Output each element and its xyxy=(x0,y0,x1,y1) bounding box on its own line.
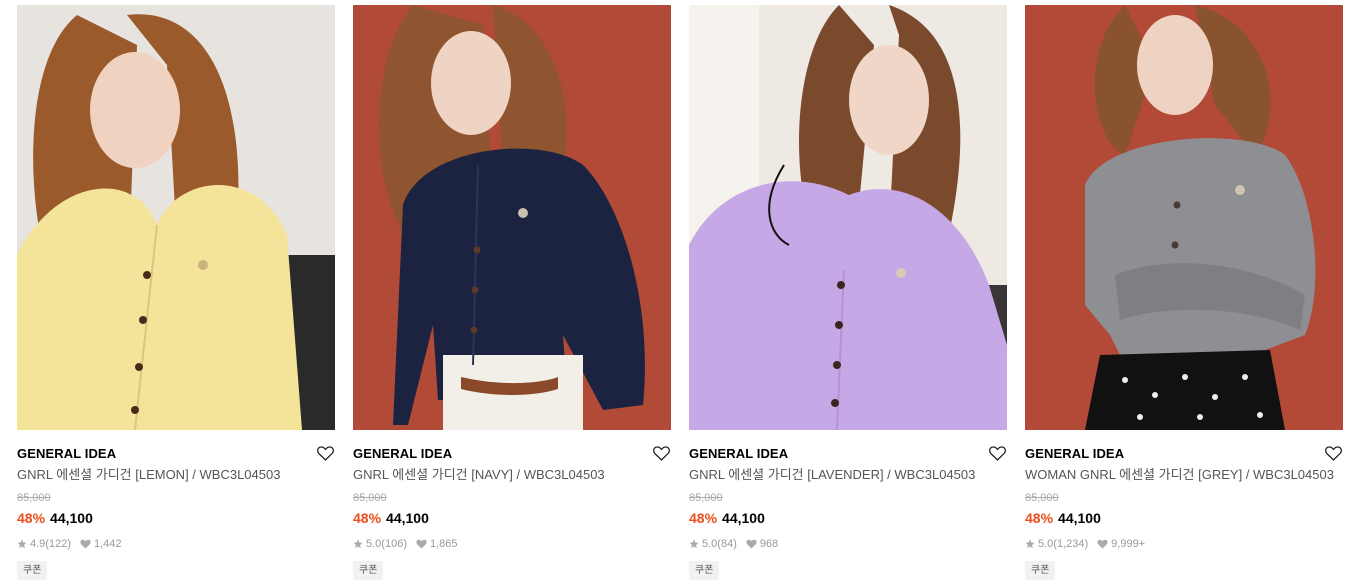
wishlist-heart-icon[interactable] xyxy=(316,444,334,462)
product-meta: 5.0 (84) 968 xyxy=(689,537,1007,551)
price-row: 48% 44,100 xyxy=(353,509,671,527)
likes: 9,999+ xyxy=(1097,537,1145,551)
rating: 4.9 (122) xyxy=(17,537,71,551)
heart-filled-icon xyxy=(1097,539,1108,549)
discount-rate: 48% xyxy=(353,510,382,526)
likes: 1,442 xyxy=(80,537,122,551)
product-image-lemon-cardigan[interactable] xyxy=(17,5,335,430)
discount-rate: 48% xyxy=(1025,510,1054,526)
product-meta: 5.0 (1,234) 9,999+ xyxy=(1025,537,1343,551)
discount-rate: 48% xyxy=(17,510,46,526)
product-image-lavender-cardigan[interactable] xyxy=(689,5,1007,430)
rating-value: 5.0 xyxy=(1038,538,1054,550)
like-count: 9,999+ xyxy=(1111,538,1146,550)
star-icon xyxy=(689,539,699,549)
star-icon xyxy=(353,539,363,549)
product-meta: 4.9 (122) 1,442 xyxy=(17,537,335,551)
coupon-badge: 쿠폰 xyxy=(17,561,48,580)
sale-price: 44,100 xyxy=(386,510,429,526)
wishlist-heart-icon[interactable] xyxy=(1324,444,1342,462)
coupon-badge: 쿠폰 xyxy=(1025,561,1056,580)
brand-name[interactable]: GENERAL IDEA xyxy=(1025,443,1343,465)
star-icon xyxy=(1025,539,1035,549)
rating: 5.0 (1,234) xyxy=(1025,537,1088,551)
review-count: (84) xyxy=(717,538,737,550)
product-title[interactable]: GNRL 에센셜 가디건 [LAVENDER] / WBC3L04503 xyxy=(689,466,1007,484)
heart-filled-icon xyxy=(416,539,427,549)
review-count: (1,234) xyxy=(1053,538,1089,550)
product-card[interactable]: GENERAL IDEA GNRL 에센셜 가디건 [LAVENDER] / W… xyxy=(689,5,1007,586)
review-count: (122) xyxy=(45,538,71,550)
original-price: 85,000 xyxy=(353,492,387,504)
heart-filled-icon xyxy=(746,539,757,549)
original-price: 85,000 xyxy=(17,492,51,504)
rating-value: 5.0 xyxy=(702,538,718,550)
brand-name[interactable]: GENERAL IDEA xyxy=(17,443,335,465)
rating-value: 4.9 xyxy=(30,538,46,550)
rating: 5.0 (84) xyxy=(689,537,737,551)
sale-price: 44,100 xyxy=(1058,510,1101,526)
coupon-badge: 쿠폰 xyxy=(353,561,384,580)
brand-name[interactable]: GENERAL IDEA xyxy=(353,443,671,465)
product-grid: GENERAL IDEA GNRL 에센셜 가디건 [LEMON] / WBC3… xyxy=(0,0,1348,586)
original-price: 85,000 xyxy=(1025,492,1059,504)
price-row: 48% 44,100 xyxy=(689,509,1007,527)
sale-price: 44,100 xyxy=(50,510,93,526)
review-count: (106) xyxy=(381,538,407,550)
product-meta: 5.0 (106) 1,865 xyxy=(353,537,671,551)
sale-price: 44,100 xyxy=(722,510,765,526)
original-price: 85,000 xyxy=(689,492,723,504)
coupon-badge: 쿠폰 xyxy=(689,561,720,580)
like-count: 968 xyxy=(759,538,779,550)
likes: 1,865 xyxy=(416,537,458,551)
product-card[interactable]: GENERAL IDEA GNRL 에센셜 가디건 [LEMON] / WBC3… xyxy=(17,5,335,586)
heart-filled-icon xyxy=(80,539,91,549)
price-row: 48% 44,100 xyxy=(17,509,335,527)
price-row: 48% 44,100 xyxy=(1025,509,1343,527)
rating: 5.0 (106) xyxy=(353,537,407,551)
product-title[interactable]: GNRL 에센셜 가디건 [NAVY] / WBC3L04503 xyxy=(353,466,671,484)
rating-value: 5.0 xyxy=(366,538,382,550)
like-count: 1,865 xyxy=(429,538,458,550)
product-image-navy-cardigan[interactable] xyxy=(353,5,671,430)
product-title[interactable]: WOMAN GNRL 에센셜 가디건 [GREY] / WBC3L04503 xyxy=(1025,466,1343,484)
star-icon xyxy=(17,539,27,549)
product-image-grey-cardigan[interactable] xyxy=(1025,5,1343,430)
wishlist-heart-icon[interactable] xyxy=(988,444,1006,462)
product-card[interactable]: GENERAL IDEA WOMAN GNRL 에센셜 가디건 [GREY] /… xyxy=(1025,5,1343,586)
like-count: 1,442 xyxy=(93,538,122,550)
discount-rate: 48% xyxy=(689,510,718,526)
product-title[interactable]: GNRL 에센셜 가디건 [LEMON] / WBC3L04503 xyxy=(17,466,335,484)
likes: 968 xyxy=(746,537,778,551)
product-card[interactable]: GENERAL IDEA GNRL 에센셜 가디건 [NAVY] / WBC3L… xyxy=(353,5,671,586)
brand-name[interactable]: GENERAL IDEA xyxy=(689,443,1007,465)
wishlist-heart-icon[interactable] xyxy=(652,444,670,462)
